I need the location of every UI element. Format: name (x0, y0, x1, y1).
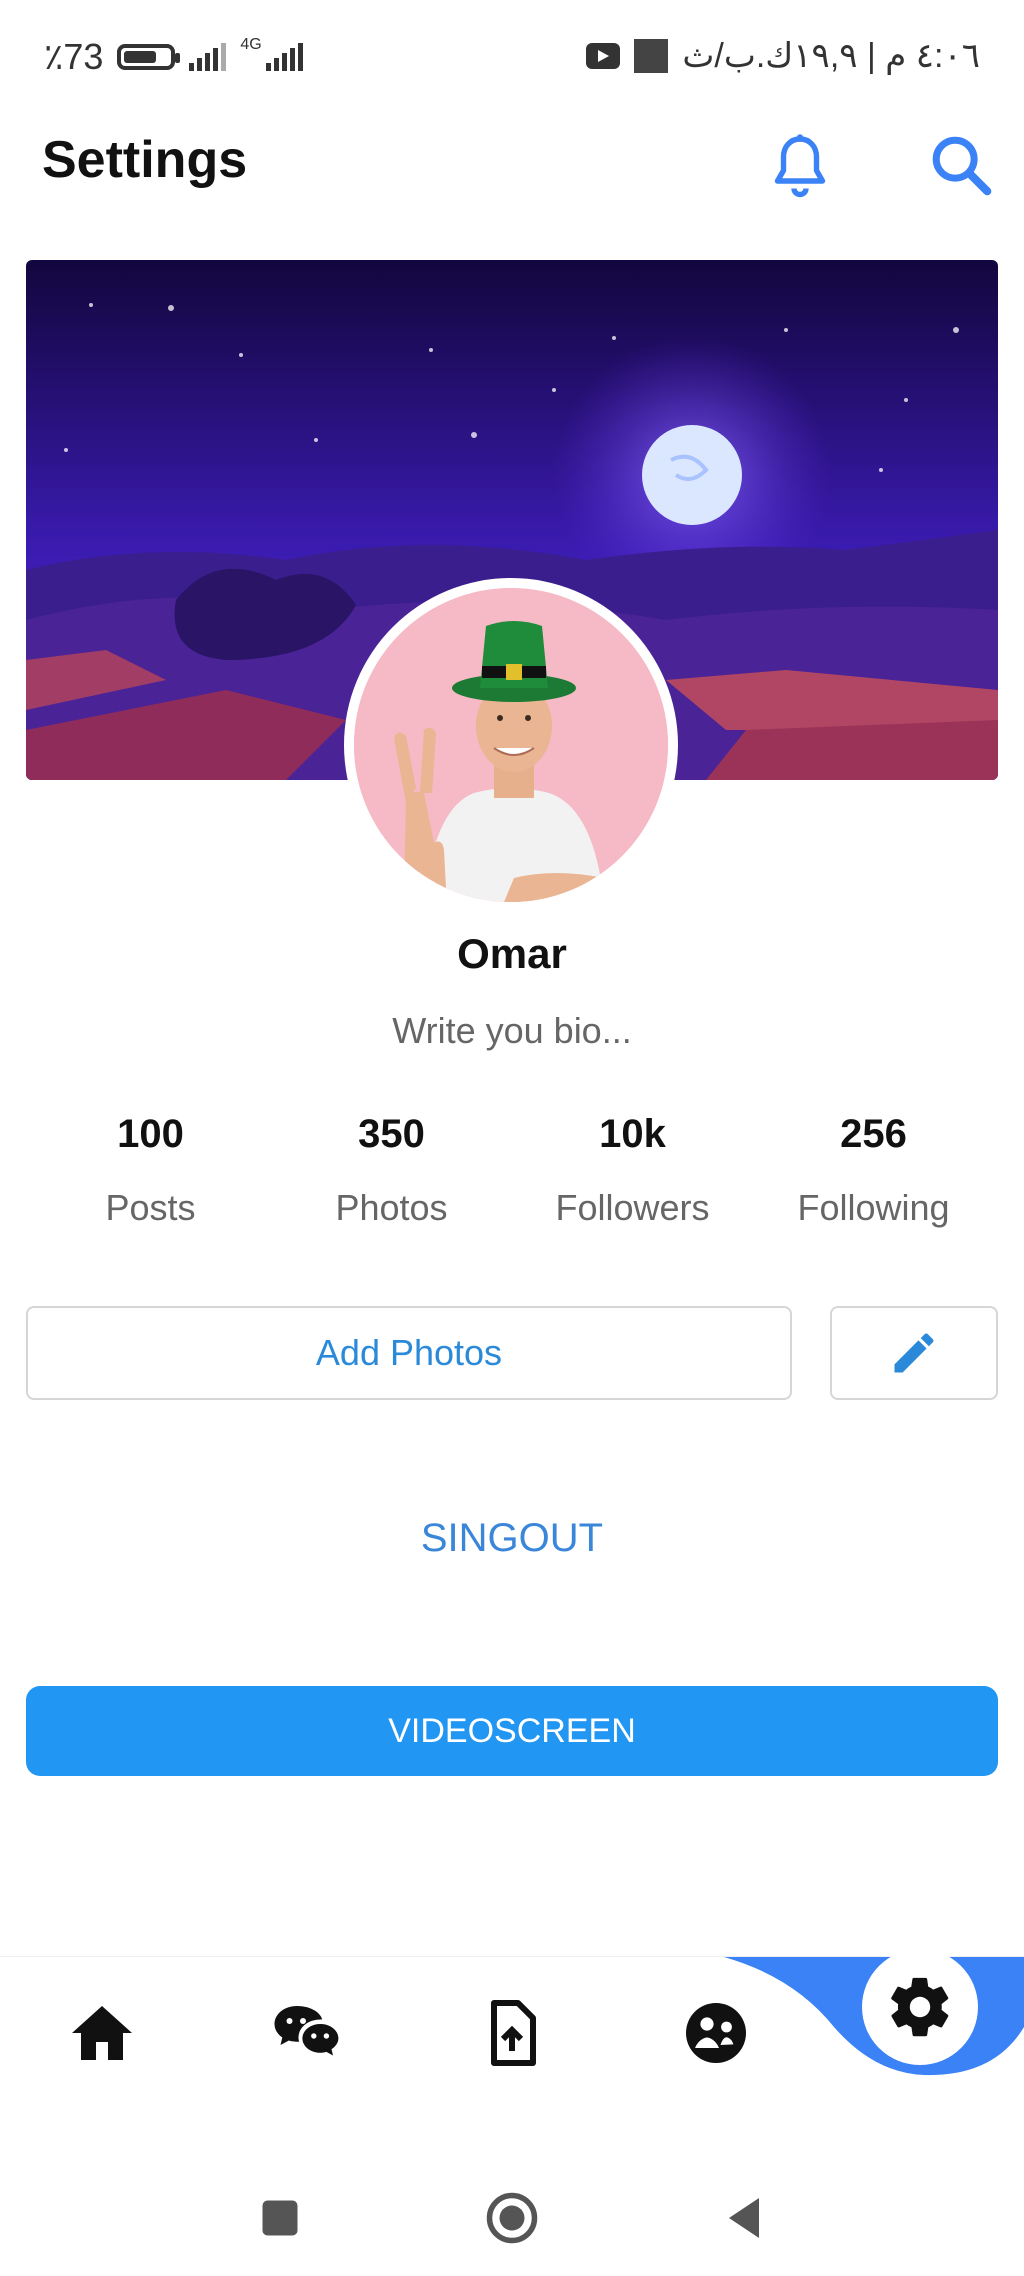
signout-button[interactable]: SINGOUT (0, 1516, 1024, 1561)
system-nav-bar (0, 2150, 1024, 2276)
battery-fill (124, 51, 157, 63)
stat-label: Followers (555, 1187, 710, 1228)
avatar[interactable] (344, 578, 678, 912)
datetime: ٤:٠٦ م | ١٩,٩ك.ب/ث (682, 37, 980, 75)
recents-button[interactable] (250, 2188, 310, 2248)
search-icon[interactable] (926, 130, 996, 200)
profile-name: Omar (457, 930, 567, 977)
profile-stats: 100 Posts 350 Photos 10k Followers 256 F… (30, 1112, 994, 1229)
network-type: 4G (240, 36, 262, 53)
status-right: ٤:٠٦ م | ١٩,٩ك.ب/ث (586, 36, 980, 76)
notification-square-icon (634, 39, 669, 73)
chat-icon[interactable] (270, 1997, 342, 2069)
stat-value: 350 (358, 1112, 425, 1156)
stat-label: Following (797, 1187, 950, 1228)
settings-icon (891, 1977, 949, 2037)
youtube-icon (586, 43, 621, 69)
app-header: Settings (0, 116, 1024, 246)
stat-value: 256 (840, 1112, 907, 1156)
battery-icon (117, 44, 181, 70)
stat-posts[interactable]: 100 Posts (30, 1112, 271, 1229)
back-button[interactable] (714, 2188, 774, 2248)
avatar-image (354, 588, 668, 902)
nav-settings-button[interactable] (862, 1949, 978, 2065)
stat-value: 10k (599, 1112, 666, 1156)
stat-value: 100 (117, 1112, 184, 1156)
status-left: ٪73 4G (44, 36, 303, 78)
status-bar: ٪73 4G ٤:٠٦ م | ١٩,٩ك.ب/ث (0, 0, 1024, 116)
stat-following[interactable]: 256 Following (753, 1112, 994, 1229)
videoscreen-button[interactable]: VIDEOSCREEN (26, 1686, 998, 1776)
community-icon[interactable] (680, 1997, 752, 2069)
home-system-button[interactable] (482, 2188, 542, 2248)
stat-photos[interactable]: 350 Photos (271, 1112, 512, 1229)
stat-followers[interactable]: 10k Followers (512, 1112, 753, 1229)
upload-file-icon[interactable] (476, 1997, 548, 2069)
signal-icon (189, 43, 227, 71)
signal-icon-2 (265, 43, 303, 71)
pencil-icon (894, 1333, 934, 1373)
battery-percent: ٪73 (44, 36, 104, 77)
stat-label: Posts (105, 1187, 196, 1228)
bottom-nav (0, 1949, 1024, 2107)
home-icon[interactable] (66, 1997, 138, 2069)
bell-icon[interactable] (764, 126, 836, 206)
stat-label: Photos (335, 1187, 448, 1228)
bio-field[interactable]: Write you bio... (0, 1010, 1024, 1052)
add-photos-button[interactable]: Add Photos (26, 1306, 792, 1400)
page-title: Settings (42, 131, 248, 189)
edit-profile-button[interactable] (830, 1306, 998, 1400)
